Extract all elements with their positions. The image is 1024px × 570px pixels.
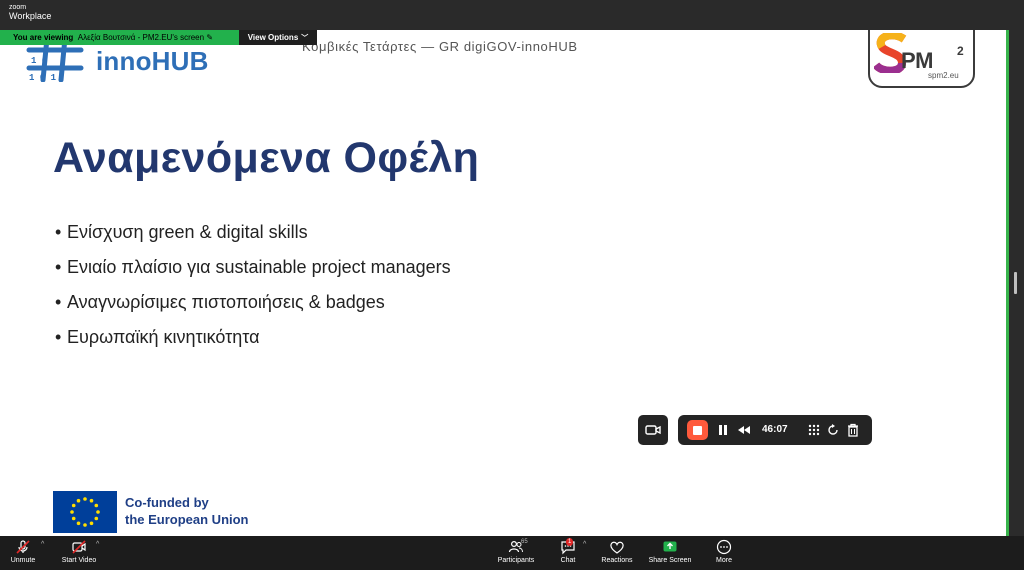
list-item: • Ευρωπαϊκή κινητικότητα [55, 327, 260, 347]
brand-bottom: Workplace [9, 11, 52, 21]
list-item: • Αναγνωρίσιμες πιστοποιήσεις & badges [55, 292, 385, 312]
share-screen-label: Share Screen [648, 557, 692, 564]
bullet-text: Ενίσχυση green & digital skills [67, 222, 308, 242]
list-item: • Ενίσχυση green & digital skills [55, 222, 308, 242]
viewing-banner: You are viewing Αλεξία Βουτσινά - PM2.EU… [0, 30, 239, 45]
more-label: More [716, 557, 732, 564]
chevron-down-icon: ﹀ [301, 35, 309, 42]
grid-icon[interactable] [806, 422, 822, 438]
pin-icon[interactable]: ✎ [206, 33, 213, 42]
share-screen-icon [663, 541, 677, 552]
record-stop-icon[interactable] [687, 420, 708, 440]
zoom-window: zoom Workplace 1 0 1 0 1 innoHUB Κομβικέ… [0, 0, 1024, 570]
reactions-icon [610, 541, 624, 554]
benefits-list: • Ενίσχυση green & digital skills • Ενιαίο… [55, 218, 451, 358]
slide-header-text: Κομβικές Τετάρτες — GR digiGOV-innoHUB [302, 39, 578, 54]
svg-text:1 0 1: 1 0 1 [29, 73, 57, 82]
more-button[interactable]: More [712, 539, 736, 564]
share-border-right [1006, 30, 1009, 536]
viewing-prefix: You are viewing [13, 33, 74, 42]
zoom-title-bar: zoom Workplace [0, 0, 1024, 30]
brand-top: zoom [9, 4, 27, 11]
zoom-brand-logo: zoom Workplace [9, 4, 51, 21]
meeting-toolbar: Unmute ^ Start Video ^ 65 Participants 1… [0, 536, 1024, 570]
spm2-logo-url: spm2.eu [928, 71, 959, 80]
rewind-icon[interactable] [736, 422, 752, 438]
reactions-button[interactable]: Reactions [598, 539, 636, 564]
pause-icon[interactable] [715, 422, 731, 438]
eu-cofunded-text: Co-funded by the European Union [125, 494, 249, 528]
participants-label: Participants [497, 557, 535, 564]
chat-button[interactable]: 1 Chat [556, 538, 580, 564]
innohub-logo-text: innoHUB [96, 46, 209, 76]
bullet-text: Ενιαίο πλαίσιο για sustainable project m… [67, 257, 451, 277]
unmute-label: Unmute [10, 557, 36, 564]
list-item: • Ενιαίο πλαίσιο για sustainable project … [55, 257, 451, 277]
participants-button[interactable]: 65 Participants [496, 539, 536, 564]
share-screen-button[interactable]: Share Screen [647, 539, 693, 564]
refresh-icon[interactable] [825, 422, 841, 438]
start-video-label: Start Video [61, 557, 97, 564]
more-icon [716, 539, 732, 555]
eu-line-2: the European Union [125, 512, 249, 527]
camera-icon [645, 425, 661, 435]
camera-button[interactable] [638, 415, 668, 445]
bullet-text: Ευρωπαϊκή κινητικότητα [67, 327, 260, 347]
shared-slide: 1 0 1 0 1 innoHUB Κομβικές Τετάρτες — GR… [0, 30, 1008, 536]
chat-options-caret-icon[interactable]: ^ [583, 541, 586, 548]
participants-count: 65 [521, 539, 528, 545]
view-options-label: View Options [247, 33, 299, 42]
view-options-button[interactable]: View Options ﹀ [239, 30, 317, 45]
start-video-button[interactable]: Start Video [57, 539, 101, 564]
audio-options-caret-icon[interactable]: ^ [41, 541, 44, 548]
eu-flag-icon [53, 491, 117, 533]
unmute-button[interactable]: Unmute [8, 539, 38, 564]
mic-muted-icon [16, 540, 30, 554]
reactions-label: Reactions [601, 557, 633, 564]
slide-title: Αναμενόμενα Οφέλη [53, 134, 480, 182]
video-off-icon [72, 540, 86, 554]
eu-line-1: Co-funded by [125, 495, 209, 510]
video-options-caret-icon[interactable]: ^ [96, 541, 99, 548]
trash-icon[interactable] [845, 422, 861, 438]
resize-handle[interactable] [1014, 272, 1017, 294]
presenter-name: Αλεξία Βουτσινά - PM2.EU's screen [77, 33, 205, 42]
chat-label: Chat [560, 557, 576, 564]
recording-timer: 46:07 [762, 424, 788, 435]
svg-text:1 0: 1 0 [31, 56, 47, 66]
spm2-logo-superscript: 2 [957, 44, 964, 58]
recording-controls: 46:07 [678, 415, 872, 445]
bullet-text: Αναγνωρίσιμες πιστοποιήσεις & badges [67, 292, 385, 312]
